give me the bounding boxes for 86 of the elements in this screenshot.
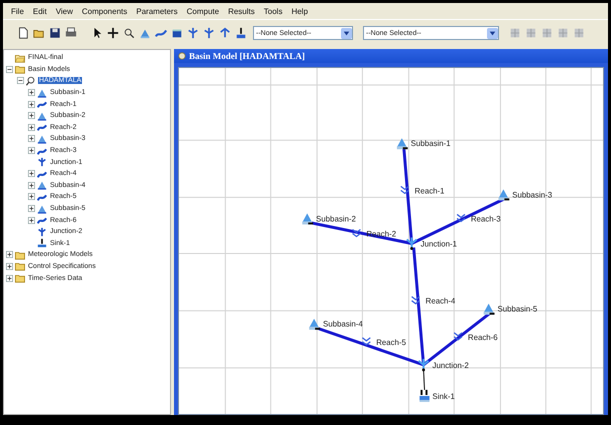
window-icon: [178, 52, 186, 60]
reach-icon[interactable]: [362, 337, 371, 346]
reach-line[interactable]: [411, 197, 506, 245]
printer-icon[interactable]: [65, 27, 77, 39]
save-icon[interactable]: [49, 27, 61, 39]
sink-icon[interactable]: [420, 388, 430, 402]
node-label: Subbasin-2: [316, 214, 356, 224]
folder-icon: [15, 261, 25, 272]
expand-icon[interactable]: [28, 193, 35, 200]
junction-icon[interactable]: [418, 358, 430, 372]
window-title: Basin Model [HADAMTALA]: [189, 51, 305, 61]
expand-icon[interactable]: [28, 124, 35, 131]
menu-item[interactable]: Compute: [186, 6, 220, 16]
folder-icon[interactable]: [33, 27, 45, 39]
menu-item[interactable]: View: [56, 6, 73, 16]
sink-icon[interactable]: [235, 27, 247, 39]
node-label: Reach-3: [470, 214, 501, 224]
expand-icon[interactable]: [28, 89, 35, 96]
subbasin-icon: [37, 134, 47, 144]
subbasin-icon[interactable]: [396, 138, 408, 150]
subbasin-icon: [37, 110, 47, 121]
reach-line[interactable]: [402, 147, 414, 244]
node-label: Reach-2: [366, 229, 396, 238]
reach-icon[interactable]: [352, 228, 362, 238]
new-file-icon[interactable]: [17, 27, 29, 39]
sink-icon: [37, 238, 47, 248]
node-label: Reach-1: [414, 186, 444, 196]
expand-icon[interactable]: [28, 147, 35, 154]
reach-icon: [37, 122, 47, 132]
reach-icon[interactable]: [456, 214, 466, 222]
menu-item[interactable]: Results: [228, 6, 255, 16]
collapse-icon[interactable]: [17, 77, 24, 84]
subbasin-icon[interactable]: [309, 318, 320, 330]
node-label: Junction-1: [420, 239, 457, 249]
subbasin-icon[interactable]: [302, 213, 314, 224]
menu-item[interactable]: Components: [82, 6, 128, 16]
expand-icon[interactable]: [28, 170, 35, 178]
magnifier-icon: [26, 76, 36, 86]
menu-item[interactable]: File: [11, 6, 24, 16]
reach-icon: [37, 215, 47, 226]
node-label: Subbasin-4: [322, 320, 363, 329]
expand-icon[interactable]: [28, 182, 35, 189]
folder-icon: [15, 273, 25, 284]
expand-icon[interactable]: [6, 262, 13, 270]
junction-icon[interactable]: [406, 236, 418, 250]
subbasin-icon: [37, 180, 47, 190]
folder-icon: [15, 250, 25, 260]
reach-icon: [37, 99, 47, 110]
junction-icon: [37, 226, 47, 237]
node-label: Sink-1: [432, 392, 455, 401]
collapse-icon[interactable]: [6, 66, 13, 73]
zoom-icon[interactable]: [123, 27, 135, 39]
expand-icon[interactable]: [28, 216, 35, 224]
folder-icon: [15, 52, 25, 63]
node-label: Subbasin-1: [410, 139, 451, 148]
junction-icon: [37, 157, 47, 168]
reach-line[interactable]: [412, 247, 426, 365]
node-label: Reach-4: [426, 296, 456, 306]
reservoir-icon[interactable]: [171, 27, 183, 39]
reach-icon[interactable]: [411, 296, 420, 304]
subbasin-icon[interactable]: [484, 304, 495, 315]
node-label: Reach-5: [376, 338, 406, 347]
connector-line: [423, 369, 426, 390]
subbasin-icon[interactable]: [498, 189, 510, 200]
menu-item[interactable]: Help: [291, 6, 308, 16]
node-label: Reach-6: [468, 332, 498, 342]
node-label: Subbasin-3: [512, 190, 552, 200]
reach-icon[interactable]: [400, 186, 410, 194]
menu-item[interactable]: Parameters: [136, 6, 178, 16]
expand-icon[interactable]: [28, 135, 35, 142]
expand-icon[interactable]: [28, 205, 35, 212]
reach-line[interactable]: [316, 326, 424, 366]
expand-icon[interactable]: [28, 100, 35, 108]
expand-icon[interactable]: [6, 251, 13, 258]
menu-item[interactable]: Tools: [264, 6, 282, 16]
reach-icon[interactable]: [155, 27, 167, 39]
subbasin-icon: [37, 88, 47, 98]
menu-item[interactable]: Edit: [32, 6, 47, 16]
expand-icon[interactable]: [6, 274, 13, 282]
expand-icon[interactable]: [28, 112, 35, 120]
node-label: Subbasin-5: [498, 304, 538, 314]
subbasin-icon: [37, 204, 47, 214]
node-label: Junction-2: [432, 360, 469, 370]
source-icon[interactable]: [219, 27, 231, 39]
reach-icon[interactable]: [453, 332, 463, 341]
move-icon[interactable]: [107, 27, 119, 39]
